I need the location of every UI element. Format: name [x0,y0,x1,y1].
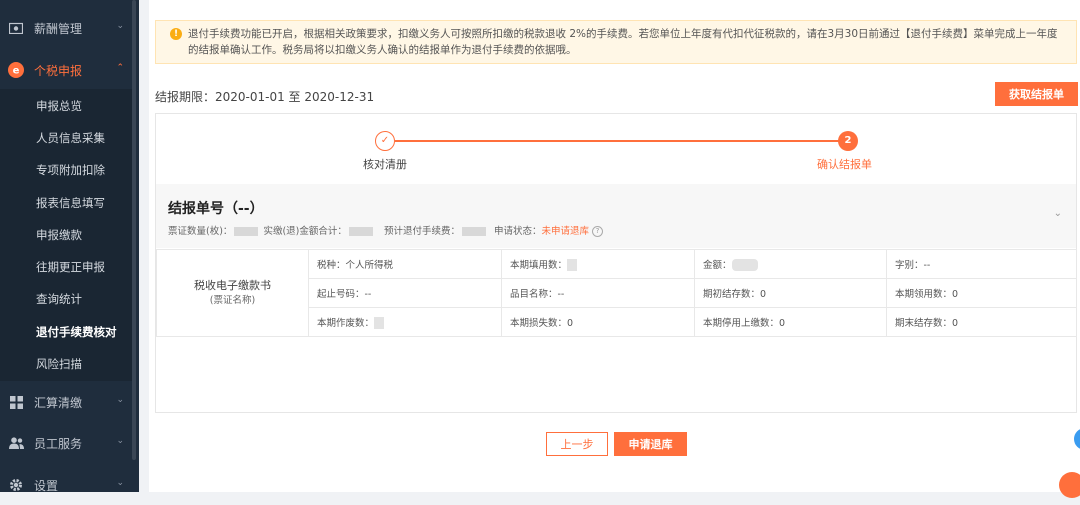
nav-group-tax[interactable]: e 个税申报 ⌃ [0,50,132,90]
sidebar-item-deduction[interactable]: 专项附加扣除 [36,162,105,178]
apply-refund-button[interactable]: 申请退库 [614,432,687,456]
settlement-panel: ✓ 2 核对清册 确认结报单 结报单号（--） 票证数量(枚)： 实缴(退)金额… [155,113,1077,413]
check-icon: ✓ [375,131,395,151]
sidebar: 薪酬管理 ⌄ e 个税申报 ⌃ 申报总览 人员信息采集 专项附加扣除 报表信息填… [0,0,139,493]
floating-service-button[interactable] [1074,428,1080,450]
sidebar-item-report-fill[interactable]: 报表信息填写 [36,195,105,211]
chevron-down-icon: ⌄ [116,478,124,488]
nav-group-label: 员工服务 [34,436,83,451]
sidebar-item-overview[interactable]: 申报总览 [36,98,82,114]
sidebar-item-risk-scan[interactable]: 风险扫描 [36,356,82,372]
sidebar-item-personnel[interactable]: 人员信息采集 [36,130,105,146]
grid-icon [8,394,24,410]
sidebar-scrollbar[interactable] [132,0,136,460]
status-value: 未申请退库 [541,226,590,237]
gear-icon [8,477,24,493]
chevron-down-icon: ⌄ [116,21,124,31]
table-row: 税收电子缴款书 (票证名称) 税种：个人所得税 本期填用数： 金额： 字别：-- [156,249,1077,337]
settlement-summary[interactable]: 结报单号（--） 票证数量(枚)： 实缴(退)金额合计： 预计退付手续费： 申请… [156,184,1076,248]
nav-group-label: 汇算清缴 [34,395,83,410]
receipt-name-cell: 税收电子缴款书 (票证名称) [156,249,309,337]
chevron-down-icon: ⌄ [116,436,124,446]
nav-group-settlement[interactable]: 汇算清缴 ⌄ [0,382,132,422]
nav-group-label: 薪酬管理 [34,21,83,36]
sidebar-item-statistics[interactable]: 查询统计 [36,291,82,307]
table-cell: 期初结存数：0 [694,278,887,308]
settlement-period: 结报期限：2020-01-01 至 2020-12-31 [155,90,375,104]
nav-group-label: 个税申报 [34,63,83,78]
table-cell: 本期损失数：0 [501,307,695,337]
payroll-icon [8,20,24,36]
tax-icon: e [8,62,24,78]
fetch-settlement-button[interactable]: 获取结报单 [995,82,1078,106]
table-cell: 税种：个人所得税 [308,249,502,279]
fee-label: 预计退付手续费： [383,226,460,237]
summary-stats: 票证数量(枚)： 实缴(退)金额合计： 预计退付手续费： 申请状态：未申请退库? [168,223,604,237]
svg-text:e: e [13,66,20,77]
nav-group-label: 设置 [34,478,59,493]
chevron-up-icon: ⌃ [116,63,124,73]
chevron-down-icon[interactable]: ⌄ [1054,208,1062,219]
redacted-value [348,227,373,236]
steps: ✓ 2 核对清册 确认结报单 [156,114,1076,182]
count-label: 票证数量(枚)： [168,226,233,237]
redacted-value [461,227,486,236]
table-cell: 本期填用数： [501,249,695,279]
table-cell: 本期停用上缴数：0 [694,307,887,337]
redacted-value [374,317,385,330]
main-content: ! 退付手续费功能已开启，根据相关政策要求，扣缴义务人可按照所扣缴的税款退收 2… [149,0,1080,498]
table-cell: 起止号码：-- [308,278,502,308]
floating-help-button[interactable] [1059,472,1080,498]
receipt-detail-table: 税收电子缴款书 (票证名称) 税种：个人所得税 本期填用数： 金额： 字别：--… [156,249,1077,337]
amount-label: 实缴(退)金额合计： [263,226,347,237]
receipt-number-title: 结报单号（--） [168,201,264,217]
chevron-down-icon: ⌄ [116,395,124,405]
nav-group-employee[interactable]: 员工服务 ⌄ [0,423,132,463]
step-connector [395,140,839,142]
notice-banner: ! 退付手续费功能已开启，根据相关政策要求，扣缴义务人可按照所扣缴的税款退收 2… [155,20,1077,64]
table-cell: 金额： [694,249,887,279]
help-icon[interactable]: ? [592,226,604,237]
step-label-confirm: 确认结报单 [817,158,872,171]
submenu: 申报总览 人员信息采集 专项附加扣除 报表信息填写 申报缴款 往期更正申报 查询… [0,89,132,381]
table-cell: 期末结存数：0 [886,307,1077,337]
notice-text: 退付手续费功能已开启，根据相关政策要求，扣缴义务人可按照所扣缴的税款退收 2%的… [188,28,1058,56]
status-label: 申请状态： [494,226,542,237]
redacted-value [731,259,758,272]
sidebar-item-correction[interactable]: 往期更正申报 [36,259,105,275]
receipt-name: 税收电子缴款书 [194,279,271,292]
table-cell: 本期领用数：0 [886,278,1077,308]
nav-group-settings[interactable]: 设置 ⌄ [0,465,132,505]
nav-group-payroll[interactable]: 薪酬管理 ⌄ [0,8,132,48]
redacted-value [234,227,259,236]
warning-icon: ! [170,28,182,40]
receipt-name-sub: (票证名称) [209,295,256,306]
step-label-verify: 核对清册 [363,158,407,171]
table-cell: 字别：-- [886,249,1077,279]
table-cell: 品目名称：-- [501,278,695,308]
previous-step-button[interactable]: 上一步 [546,432,608,456]
step-number: 2 [838,131,858,151]
sidebar-item-payment[interactable]: 申报缴款 [36,227,82,243]
redacted-value [567,259,578,272]
sidebar-item-fee-check[interactable]: 退付手续费核对 [36,324,117,340]
table-cell: 本期作废数： [308,307,502,337]
people-icon [8,435,24,451]
